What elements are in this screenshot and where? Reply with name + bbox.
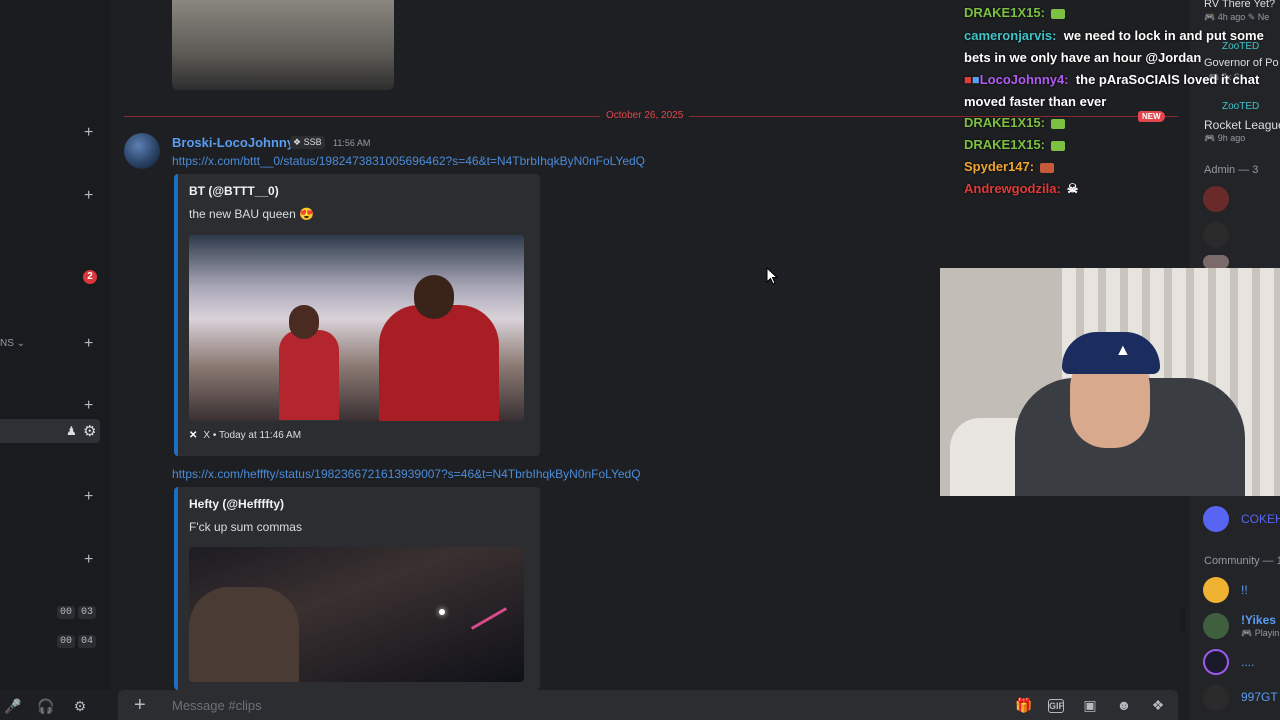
avatar[interactable] bbox=[1203, 222, 1229, 248]
badge-icon: ■ bbox=[971, 72, 980, 87]
message-link[interactable]: https://x.com/hefffty/status/19823667216… bbox=[172, 467, 641, 481]
skull-emote-icon: ☠ bbox=[1066, 181, 1079, 196]
activity-meta: 🎮 4h ago ✎ Ne bbox=[1204, 12, 1270, 22]
stream-chat-message: DRAKE1X15: bbox=[964, 137, 1065, 152]
emoji-icon[interactable]: ☻ bbox=[1116, 697, 1132, 713]
discord-logo-icon[interactable] bbox=[1203, 506, 1229, 532]
gif-icon[interactable]: GIF bbox=[1048, 699, 1064, 713]
webcam-feed: ▲ bbox=[940, 268, 1280, 496]
badge-icon: ■ bbox=[964, 72, 972, 87]
role-tag: ❖ SSB bbox=[290, 136, 325, 149]
scrollbar-thumb[interactable] bbox=[1180, 608, 1186, 634]
message-link[interactable]: https://x.com/bttt__0/status/19824738310… bbox=[172, 154, 645, 168]
mouse-cursor-icon bbox=[766, 267, 778, 285]
previous-attachment-image[interactable] bbox=[172, 0, 394, 90]
emote-icon bbox=[1050, 140, 1065, 151]
member-status: 🎮 Playin bbox=[1241, 628, 1280, 638]
stream-chat-message: Spyder147: bbox=[964, 159, 1055, 174]
headphones-icon[interactable]: 🎧 bbox=[37, 697, 55, 715]
member-name[interactable]: !Yikes bbox=[1241, 613, 1276, 627]
voice-timer: 00 04 bbox=[57, 635, 99, 648]
mention-badge: 2 bbox=[83, 270, 97, 284]
embed-author[interactable]: Hefty (@Heffffty) bbox=[189, 497, 284, 511]
avatar[interactable] bbox=[1203, 255, 1229, 269]
category-label[interactable]: NS ⌄ bbox=[0, 338, 25, 349]
member-name[interactable]: !! bbox=[1241, 583, 1248, 597]
stream-chat-message: DRAKE1X15: bbox=[964, 115, 1065, 130]
gear-icon[interactable]: ⚙ bbox=[83, 422, 96, 440]
member-name[interactable]: COKEH bbox=[1241, 512, 1280, 526]
add-channel-icon[interactable]: + bbox=[84, 398, 96, 414]
avatar[interactable] bbox=[1203, 186, 1229, 212]
role-header-community: Community — 1 bbox=[1204, 555, 1280, 567]
user-settings-gear-icon[interactable]: ⚙ bbox=[71, 697, 89, 715]
stream-chat-message: DRAKE1X15: bbox=[964, 5, 1065, 20]
avatar[interactable] bbox=[1203, 685, 1229, 711]
cap-logo-icon: ▲ bbox=[1115, 342, 1131, 359]
date-divider-label: October 26, 2025 bbox=[600, 110, 690, 121]
apps-icon[interactable]: ❖ bbox=[1150, 697, 1166, 713]
link-embed: BT (@BTTT__0) the new BAU queen 😍 ✕ X • T… bbox=[174, 174, 540, 456]
avatar[interactable] bbox=[124, 133, 160, 169]
emote-icon bbox=[1050, 118, 1065, 129]
embed-description: the new BAU queen 😍 bbox=[189, 207, 315, 221]
x-logo-icon: ✕ bbox=[189, 430, 198, 441]
embed-image[interactable] bbox=[189, 235, 524, 421]
stream-chat-message: cameronjarvis: we need to lock in and pu… bbox=[964, 28, 1264, 65]
link-embed: Hefty (@Heffffty) F'ck up sum commas bbox=[174, 487, 540, 690]
message-composer: + Message #clips 🎁 GIF ▣ ☻ ❖ bbox=[118, 690, 1178, 720]
channel-sidebar: + + 2 NS ⌄ + + ♟ ⚙ + + 00 03 00 04 bbox=[0, 0, 110, 690]
role-header-admin: Admin — 3 bbox=[1204, 164, 1259, 176]
embed-description: F'ck up sum commas bbox=[189, 520, 302, 534]
add-channel-icon[interactable]: + bbox=[84, 489, 96, 505]
voice-timer: 00 03 bbox=[57, 606, 99, 619]
embed-footer: ✕ X • Today at 11:46 AM bbox=[189, 430, 302, 441]
message-author[interactable]: Broski-LocoJohnny bbox=[172, 135, 294, 150]
avatar[interactable] bbox=[1203, 649, 1229, 675]
stream-chat-message: Andrewgodzila: ☠ bbox=[964, 181, 1079, 196]
add-user-icon[interactable]: ♟ bbox=[66, 424, 77, 438]
add-channel-icon[interactable]: + bbox=[84, 125, 96, 141]
embed-author[interactable]: BT (@BTTT__0) bbox=[189, 184, 279, 198]
activity-game: Rocket League bbox=[1204, 118, 1280, 132]
emote-icon bbox=[1040, 162, 1055, 173]
embed-image[interactable] bbox=[189, 547, 524, 682]
stream-chat-message: ■■LocoJohnny4: the pAraSoCIAlS loved it … bbox=[964, 72, 1260, 109]
activity-title: RV There Yet? bbox=[1204, 0, 1276, 10]
message-input[interactable]: Message #clips bbox=[172, 698, 262, 713]
add-channel-icon[interactable]: + bbox=[84, 552, 96, 568]
avatar[interactable] bbox=[1203, 613, 1229, 639]
member-name[interactable]: .... bbox=[1241, 655, 1254, 669]
avatar[interactable] bbox=[1203, 577, 1229, 603]
member-name[interactable]: 997GT bbox=[1241, 690, 1278, 704]
emote-icon bbox=[1050, 8, 1065, 19]
sticker-icon[interactable]: ▣ bbox=[1082, 697, 1098, 713]
add-channel-icon[interactable]: + bbox=[84, 336, 96, 352]
add-channel-icon[interactable]: + bbox=[84, 188, 96, 204]
stream-chat-overlay: DRAKE1X15: cameronjarvis: we need to loc… bbox=[958, 0, 1264, 215]
activity-meta: 🎮 9h ago bbox=[1204, 133, 1246, 143]
microphone-icon[interactable]: 🎤 bbox=[4, 697, 22, 715]
attach-plus-icon[interactable]: + bbox=[134, 694, 146, 717]
gift-icon[interactable]: 🎁 bbox=[1015, 697, 1032, 713]
message-timestamp: 11:56 AM bbox=[333, 138, 371, 148]
